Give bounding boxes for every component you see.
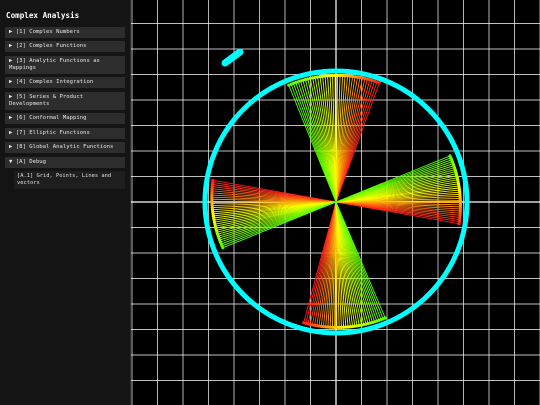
nav-item-complex-numbers[interactable]: ▶ [1] Complex Numbers [5, 27, 125, 38]
vector-tip [221, 246, 225, 250]
nav-item-complex-integration[interactable]: ▶ [4] Complex Integration [5, 77, 125, 88]
plot-svg[interactable] [131, 0, 540, 405]
nav-item-elliptic-functions[interactable]: ▶ [7] Elliptic Functions [5, 128, 125, 139]
app-title: Complex Analysis [6, 11, 80, 20]
nav-item-global-analytic-functions[interactable]: ▶ [8] Global Analytic Functions [5, 142, 125, 153]
nav-item-series-products[interactable]: ▶ [5] Series & Product Developments [5, 92, 125, 110]
plot-canvas[interactable] [131, 0, 540, 405]
sidebar: Complex Analysis ▶ [1] Complex Numbers ▶… [0, 0, 131, 405]
cyan-drag-handle[interactable] [221, 48, 244, 67]
vector-tip [383, 316, 387, 320]
nav-item-conformal-mapping[interactable]: ▶ [6] Conformal Mapping [5, 113, 125, 124]
nav-item-debug[interactable]: ▼ [A] Debug [5, 157, 125, 168]
nav-subitem-grid-points-lines-vectors[interactable]: [A.1] Grid, Points, Lines and vectors [14, 171, 125, 189]
vector-tip [448, 154, 452, 158]
nav-item-complex-functions[interactable]: ▶ [2] Complex Functions [5, 41, 125, 52]
nav-item-analytic-functions[interactable]: ▶ [3] Analytic Functions as Mappings [5, 56, 125, 74]
vector-tip [287, 83, 291, 87]
